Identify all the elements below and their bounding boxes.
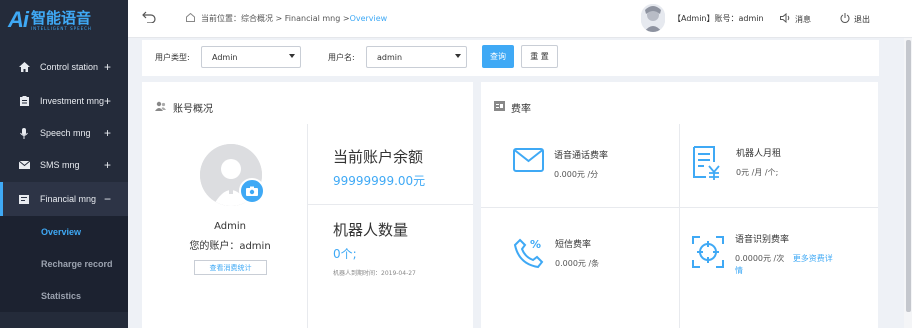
more-fee-details-link[interactable]: 更多资费详 — [793, 254, 833, 263]
back-icon[interactable] — [142, 11, 156, 26]
robots-expire-date: 机器人到期时间：2019-04-27 — [333, 270, 416, 277]
divider — [481, 207, 878, 208]
filter-bar: 用户类型: Admin 用户名: admin 查询 重 置 — [142, 40, 879, 76]
more-fee-details-link-tail[interactable]: 情 — [735, 265, 847, 277]
sidebar-item-label: Speech mng — [40, 128, 91, 138]
view-consumption-stats-button[interactable]: 查看消费统计 — [194, 260, 267, 275]
logo-mark: Ai — [8, 7, 29, 32]
robot-rent-value: 0元 /月 /个; — [736, 168, 779, 177]
asr-rate-value: 0.0000元 /次 — [735, 254, 785, 263]
active-indicator — [0, 182, 3, 216]
invoice-yen-icon — [692, 146, 722, 183]
sidebar-item-sms[interactable]: SMS mng + — [0, 148, 128, 182]
users-icon — [155, 101, 167, 114]
robot-rent-rate: 机器人月租 0元 /月 /个; — [692, 146, 781, 183]
phone-percent-icon: % — [513, 237, 545, 272]
avatar[interactable] — [641, 4, 665, 32]
finance-icon — [18, 194, 30, 204]
logo-tagline: INTELLIGENT SPEECH — [31, 25, 92, 31]
robot-rent-title: 机器人月租 — [736, 149, 782, 159]
sidebar: Ai 智能语音 INTELLIGENT SPEECH Control stati… — [0, 0, 128, 328]
voice-rate-title: 语音通话费率 — [554, 151, 609, 161]
breadcrumb: 当前位置：综合概况 > Financial mng > Overview — [186, 12, 388, 24]
top-header: 当前位置：综合概况 > Financial mng > Overview 【Ad… — [128, 0, 912, 38]
account-overview-title: 账号概况 — [155, 100, 213, 115]
mail-icon — [513, 148, 544, 180]
sidebar-item-label: Control station — [40, 62, 99, 72]
asr-rate-value-row: 0.0000元 /次 更多资费详 情 — [735, 253, 847, 277]
balance-value: 99999999.00元 — [333, 174, 426, 188]
sidebar-subitem-overview[interactable]: Overview — [0, 216, 128, 248]
asr-rate-title: 语音识别费率 — [735, 235, 790, 245]
sidebar-item-investment[interactable]: Investment mng + — [0, 84, 128, 118]
query-button[interactable]: 查询 — [482, 45, 514, 68]
username-label: 用户名: — [328, 53, 355, 62]
sidebar-item-control-station[interactable]: Control station + — [0, 50, 128, 84]
camera-icon[interactable] — [239, 178, 265, 204]
speaker-icon — [780, 12, 791, 25]
divider — [308, 204, 473, 205]
home-icon — [186, 12, 195, 24]
sidebar-item-label: SMS mng — [40, 160, 80, 170]
expand-icon: + — [103, 158, 111, 172]
logo: Ai 智能语音 INTELLIGENT SPEECH — [0, 0, 128, 40]
logout-label: 退出 — [854, 14, 870, 24]
rates-panel: 费率 语音通话费率 0.000元 /分 机器人月租 0元 /月 /个; % 短信… — [481, 82, 878, 328]
user-account-text: 【Admin】账号：admin — [673, 13, 764, 23]
username-value: admin — [377, 52, 403, 62]
account-overview-panel: 账号概况 Admin 您的账户：admin 查看消费统计 当前账户余额 9999… — [142, 82, 473, 328]
robots-title: 机器人数量 — [333, 221, 409, 239]
clipboard-icon — [18, 96, 30, 106]
breadcrumb-current[interactable]: Overview — [350, 14, 388, 23]
expand-icon: + — [103, 60, 111, 74]
target-icon — [692, 236, 724, 277]
logout-button[interactable]: 退出 — [840, 13, 870, 25]
messages-label: 消息 — [795, 14, 811, 24]
divider — [679, 124, 680, 328]
scrollbar-thumb[interactable] — [906, 40, 911, 312]
home-icon — [18, 62, 30, 72]
account-username: 您的账户：admin — [189, 241, 271, 252]
sidebar-item-label: Investment mng — [40, 96, 105, 106]
sidebar-item-financial[interactable]: Financial mng − — [0, 182, 128, 216]
user-type-label: 用户类型: — [155, 53, 190, 62]
logo-name: 智能语音 — [31, 8, 92, 27]
user-type-value: Admin — [212, 52, 238, 62]
reset-button[interactable]: 重 置 — [521, 45, 558, 68]
asr-rate: 语音识别费率 0.0000元 /次 更多资费详 情 — [692, 232, 847, 277]
account-overview-title-text: 账号概况 — [173, 104, 213, 115]
expand-icon: + — [103, 94, 111, 108]
robots-value: 0个; — [333, 247, 357, 261]
collapse-icon: − — [103, 192, 111, 206]
power-icon — [840, 13, 850, 25]
user-type-select[interactable]: Admin — [201, 46, 301, 68]
envelope-icon — [18, 160, 30, 170]
caret-down-icon — [455, 54, 461, 58]
sidebar-item-label: Financial mng — [40, 194, 97, 204]
sms-rate: % 短信费率 0.000元 /条 — [513, 237, 599, 272]
account-display-name: Admin — [214, 221, 246, 232]
page-scrollbar[interactable] — [904, 38, 912, 328]
sidebar-subitem-recharge-record[interactable]: Recharge record — [0, 248, 128, 280]
voice-rate: 语音通话费率 0.000元 /分 — [513, 148, 608, 180]
microphone-icon — [18, 127, 30, 139]
divider — [307, 124, 308, 328]
balance-title: 当前账户余额 — [333, 148, 424, 166]
messages-button[interactable]: 消息 — [780, 12, 811, 25]
rates-title: 费率 — [494, 100, 531, 115]
sidebar-subitem-statistics[interactable]: Statistics — [0, 280, 128, 312]
caret-down-icon — [289, 54, 295, 58]
breadcrumb-path: 当前位置：综合概况 > Financial mng > — [201, 14, 350, 23]
sidebar-item-speech[interactable]: Speech mng + — [0, 116, 128, 150]
voice-rate-value: 0.000元 /分 — [554, 170, 599, 179]
rates-title-text: 费率 — [511, 104, 531, 115]
username-select[interactable]: admin — [366, 46, 467, 68]
svg-text:%: % — [530, 238, 541, 251]
user-info: 【Admin】账号：admin — [641, 4, 764, 32]
sms-rate-value: 0.000元 /条 — [555, 259, 600, 268]
expand-icon: + — [103, 126, 111, 140]
sms-rate-title: 短信费率 — [555, 240, 592, 250]
rate-card-icon — [494, 101, 505, 114]
